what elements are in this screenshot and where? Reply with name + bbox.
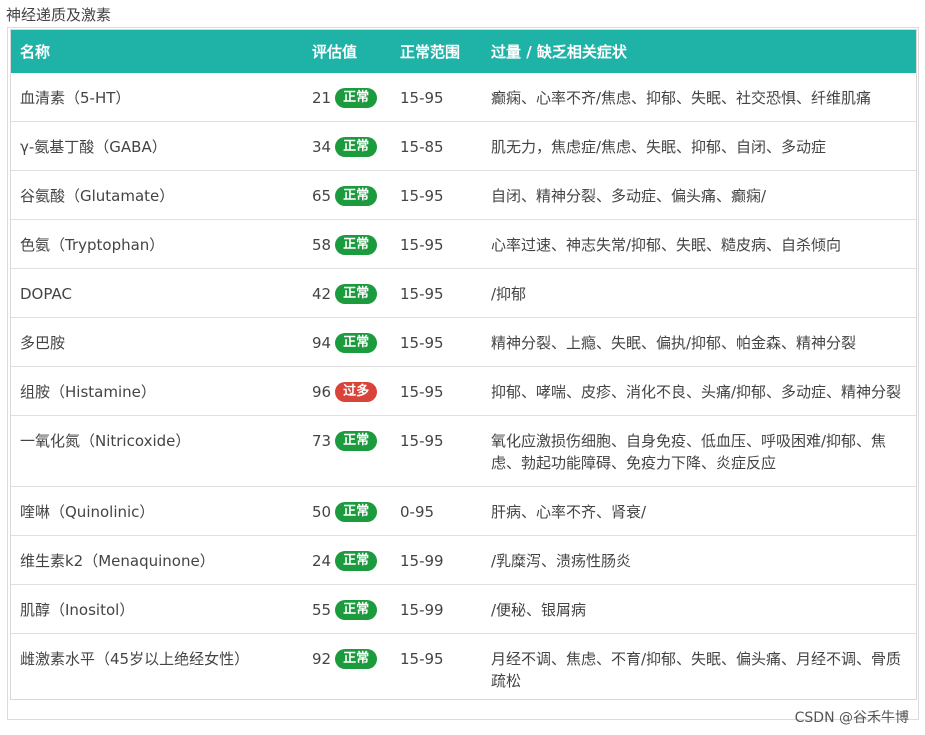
row-range: 15-95 bbox=[391, 366, 482, 416]
row-name: 雌激素水平（45岁以上绝经女性） bbox=[11, 633, 295, 699]
neurotransmitter-table: 名称 评估值 正常范围 过量 / 缺乏相关症状 血清素（5-HT） 21 正常 15-… bbox=[11, 30, 916, 699]
row-value: 21 bbox=[312, 89, 332, 107]
row-value-cell: 96 过多 bbox=[295, 366, 391, 416]
row-symptoms: 氧化应激损伤细胞、自身免疫、低血压、呼吸困难/抑郁、焦虑、勃起功能障碍、免疫力下… bbox=[482, 415, 916, 487]
table-row: 色氨（Tryptophan） 58 正常 15-95 心率过速、神志失常/抑郁、失眠、糙… bbox=[11, 219, 916, 269]
status-badge: 正常 bbox=[335, 501, 378, 522]
row-name: 喹啉（Quinolinic） bbox=[11, 486, 295, 536]
row-value: 73 bbox=[312, 432, 332, 450]
row-value: 34 bbox=[312, 138, 332, 156]
row-value: 50 bbox=[312, 503, 332, 521]
status-badge: 正常 bbox=[335, 234, 378, 255]
header-name: 名称 bbox=[20, 43, 51, 61]
row-symptoms: /便秘、银屑病 bbox=[482, 584, 916, 634]
row-symptoms: /乳糜泻、溃疡性肠炎 bbox=[482, 535, 916, 585]
status-badge: 正常 bbox=[335, 332, 378, 353]
status-badge: 正常 bbox=[335, 430, 378, 451]
status-badge: 正常 bbox=[335, 648, 378, 669]
row-name: 血清素（5-HT） bbox=[20, 89, 131, 107]
table-row: 组胺（Histamine） 96 过多 15-95 抑郁、哮喘、皮疹、消化不良、头痛/抑… bbox=[11, 366, 916, 416]
status-badge: 正常 bbox=[335, 599, 378, 620]
header-range: 正常范围 bbox=[400, 43, 461, 61]
row-value-cell: 92 正常 bbox=[295, 633, 391, 699]
row-value-cell: 42 正常 bbox=[295, 268, 391, 318]
row-range: 15-95 bbox=[391, 415, 482, 487]
row-value-cell: 50 正常 bbox=[295, 486, 391, 536]
row-value-cell: 58 正常 bbox=[295, 219, 391, 269]
row-range: 15-99 bbox=[391, 584, 482, 634]
table-row: 血清素（5-HT） 21 正常 15-95 癫痫、心率不齐/焦虑、抑郁、失眠、社交恐惧、… bbox=[11, 73, 916, 122]
table-row: 肌醇（Inositol） 55 正常 15-99/便秘、银屑病 bbox=[11, 584, 916, 634]
page-title: 神经递质及激素 bbox=[6, 6, 112, 24]
row-symptoms: 月经不调、焦虑、不育/抑郁、失眠、偏头痛、月经不调、骨质疏松 bbox=[482, 633, 916, 699]
table-row: 维生素k2（Menaquinone） 24 正常 15-99/乳糜泻、溃疡性肠炎 bbox=[11, 535, 916, 585]
row-value: 94 bbox=[312, 334, 332, 352]
row-value-cell: 24 正常 bbox=[295, 535, 391, 585]
table-row: 喹啉（Quinolinic） 50 正常 0-95 肝病、心率不齐、肾衰/ bbox=[11, 486, 916, 536]
row-range: 15-95 bbox=[400, 89, 444, 107]
row-name: 一氧化氮（Nitricoxide） bbox=[11, 415, 295, 487]
row-symptoms: 抑郁、哮喘、皮疹、消化不良、头痛/抑郁、多动症、精神分裂 bbox=[482, 366, 916, 416]
status-badge: 正常 bbox=[335, 136, 378, 157]
row-value-cell: 34 正常 bbox=[295, 121, 391, 171]
row-symptoms: 肝病、心率不齐、肾衰/ bbox=[482, 486, 916, 536]
table-row: 一氧化氮（Nitricoxide） 73 正常 15-95 氧化应激损伤细胞、自身免疫、… bbox=[11, 415, 916, 487]
status-badge: 正常 bbox=[335, 283, 378, 304]
header-value: 评估值 bbox=[312, 43, 358, 61]
table-row: γ-氨基丁酸（GABA） 34 正常 15-85 肌无力，焦虑症/焦虑、失眠、抑郁、自闭… bbox=[11, 121, 916, 171]
row-value-cell: 73 正常 bbox=[295, 415, 391, 487]
neurotransmitter-table-container: 名称 评估值 正常范围 过量 / 缺乏相关症状 血清素（5-HT） 21 正常 15-… bbox=[10, 29, 917, 700]
row-name: 色氨（Tryptophan） bbox=[11, 219, 295, 269]
row-value: 65 bbox=[312, 187, 332, 205]
table-row: DOPAC 42 正常 15-95/抑郁 bbox=[11, 268, 916, 318]
row-range: 15-95 bbox=[391, 317, 482, 367]
header-symptoms: 过量 / 缺乏相关症状 bbox=[491, 43, 627, 61]
row-value-cell: 94 正常 bbox=[295, 317, 391, 367]
row-symptoms: /抑郁 bbox=[482, 268, 916, 318]
table-header-row: 名称 评估值 正常范围 过量 / 缺乏相关症状 bbox=[11, 30, 916, 73]
row-symptoms: 精神分裂、上瘾、失眠、偏执/抑郁、帕金森、精神分裂 bbox=[482, 317, 916, 367]
status-badge: 正常 bbox=[335, 87, 378, 108]
row-value: 55 bbox=[312, 601, 332, 619]
status-badge: 正常 bbox=[335, 185, 378, 206]
row-range: 15-95 bbox=[391, 170, 482, 220]
table-row: 雌激素水平（45岁以上绝经女性） 92 正常 15-95 月经不调、焦虑、不育/抑郁、失… bbox=[11, 633, 916, 699]
row-value: 42 bbox=[312, 285, 332, 303]
row-value-cell: 21 正常 bbox=[295, 73, 391, 122]
row-symptoms: 癫痫、心率不齐/焦虑、抑郁、失眠、社交恐惧、纤维肌痛 bbox=[491, 89, 872, 107]
row-range: 15-95 bbox=[391, 268, 482, 318]
row-value: 24 bbox=[312, 552, 332, 570]
row-value-cell: 55 正常 bbox=[295, 584, 391, 634]
row-range: 0-95 bbox=[391, 486, 482, 536]
row-name: γ-氨基丁酸（GABA） bbox=[11, 121, 295, 171]
row-value-cell: 65 正常 bbox=[295, 170, 391, 220]
row-value: 96 bbox=[312, 383, 332, 401]
row-value: 92 bbox=[312, 650, 332, 668]
status-badge: 正常 bbox=[335, 550, 378, 571]
row-symptoms: 心率过速、神志失常/抑郁、失眠、糙皮病、自杀倾向 bbox=[482, 219, 916, 269]
row-range: 15-95 bbox=[391, 219, 482, 269]
table-row: 谷氨酸（Glutamate） 65 正常 15-95 自闭、精神分裂、多动症、偏头痛、癫… bbox=[11, 170, 916, 220]
row-range: 15-85 bbox=[391, 121, 482, 171]
table-row: 多巴胺 94 正常 15-95 精神分裂、上瘾、失眠、偏执/抑郁、帕金森、精神分裂 bbox=[11, 317, 916, 367]
row-range: 15-99 bbox=[391, 535, 482, 585]
row-range: 15-95 bbox=[391, 633, 482, 699]
row-name: 多巴胺 bbox=[11, 317, 295, 367]
table-body: 血清素（5-HT） 21 正常 15-95 癫痫、心率不齐/焦虑、抑郁、失眠、社交恐惧、… bbox=[11, 73, 916, 699]
row-name: DOPAC bbox=[11, 268, 295, 318]
row-name: 谷氨酸（Glutamate） bbox=[11, 170, 295, 220]
row-name: 维生素k2（Menaquinone） bbox=[11, 535, 295, 585]
watermark: CSDN @谷禾牛博 bbox=[794, 710, 909, 726]
row-symptoms: 肌无力，焦虑症/焦虑、失眠、抑郁、自闭、多动症 bbox=[482, 121, 916, 171]
row-name: 组胺（Histamine） bbox=[11, 366, 295, 416]
row-value: 58 bbox=[312, 236, 332, 254]
status-badge: 过多 bbox=[335, 381, 378, 402]
row-symptoms: 自闭、精神分裂、多动症、偏头痛、癫痫/ bbox=[482, 170, 916, 220]
row-name: 肌醇（Inositol） bbox=[11, 584, 295, 634]
